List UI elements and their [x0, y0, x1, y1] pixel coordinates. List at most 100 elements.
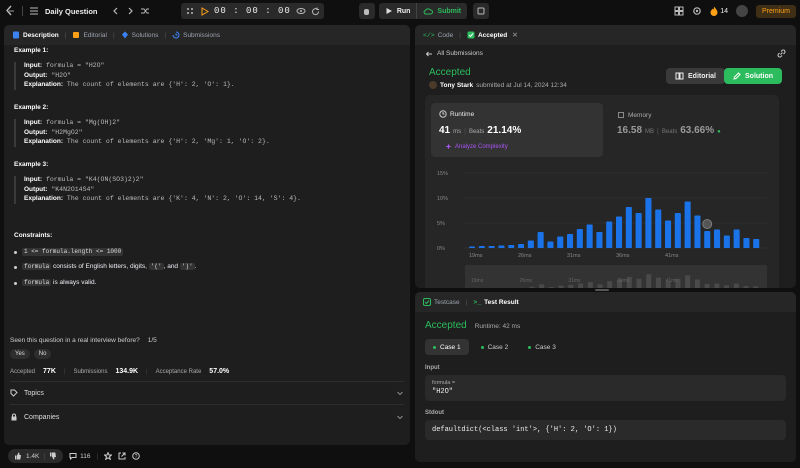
topics-section[interactable]: Topics [10, 382, 404, 404]
chart-bar[interactable] [743, 238, 750, 248]
tab-description[interactable]: Description [8, 25, 63, 45]
comments-button[interactable]: 116 [69, 452, 90, 460]
companies-section[interactable]: Companies [10, 405, 404, 429]
chart-bar[interactable] [616, 216, 623, 249]
user-avatar[interactable] [429, 81, 437, 89]
premium-button[interactable]: Premium [755, 4, 796, 18]
chart-bar[interactable] [527, 240, 534, 249]
clock-icon [439, 110, 447, 118]
chart-overview-brush[interactable] [465, 265, 767, 288]
chart-bar[interactable] [635, 213, 642, 248]
chart-bar[interactable] [665, 220, 672, 249]
editorial-button[interactable]: Editorial [666, 68, 726, 84]
chart-bar[interactable] [498, 245, 505, 249]
chart-bar[interactable] [606, 221, 613, 249]
chart-bar[interactable] [537, 232, 544, 248]
chart-bar[interactable] [576, 229, 583, 248]
panel-resize-handle[interactable] [595, 289, 609, 291]
chart-bar[interactable] [733, 229, 740, 249]
no-button[interactable]: No [33, 349, 52, 359]
chart-bar[interactable] [518, 244, 525, 248]
tab-submissions-label: Submissions [183, 31, 220, 39]
case-3-tab[interactable]: Case 3 [520, 339, 564, 355]
chart-bar[interactable] [674, 213, 681, 248]
tab-solutions[interactable]: Solutions [117, 25, 163, 45]
chart-bar[interactable] [469, 246, 476, 249]
avatar[interactable] [735, 5, 748, 17]
tab-code[interactable]: </> Code [419, 25, 457, 45]
submit-button[interactable]: Submit [416, 3, 467, 19]
leetcode-logo-icon[interactable] [4, 5, 16, 17]
star-icon[interactable] [104, 452, 113, 460]
link-icon[interactable] [777, 49, 786, 58]
drag-handle-icon[interactable] [185, 6, 195, 16]
example-3-header: Example 3: [14, 161, 49, 169]
chart-bar[interactable] [645, 198, 652, 248]
eye-icon[interactable] [296, 7, 306, 15]
chart-bar[interactable] [586, 224, 593, 249]
tab-submissions[interactable]: Submissions [168, 25, 224, 45]
description-panel: Description | Editorial | Solutions | Su… [4, 25, 410, 445]
tab-test-result[interactable]: >_ Test Result [469, 292, 522, 312]
memory-section[interactable]: Memory [617, 111, 651, 119]
close-tab-icon[interactable]: ✕ [512, 31, 517, 39]
chart-bar[interactable] [655, 209, 662, 249]
tab-editorial[interactable]: Editorial [68, 25, 110, 45]
notes-icon[interactable] [473, 3, 490, 19]
help-icon[interactable]: ? [132, 452, 140, 460]
user-marker-icon[interactable] [702, 219, 713, 229]
chart-bar[interactable] [478, 246, 485, 248]
gear-icon[interactable] [692, 6, 702, 16]
tab-accepted[interactable]: Accepted ✕ [463, 25, 522, 45]
runtime-divider: | [464, 128, 466, 135]
case-1-tab[interactable]: Case 1 [425, 339, 469, 355]
case-1-label: Case 1 [440, 343, 461, 351]
yes-button[interactable]: Yes [10, 349, 30, 359]
chart-bar[interactable] [704, 231, 711, 248]
runtime-distribution-chart[interactable]: 15% 10% 5% 0% 19ms 26ms 31ms 36ms 41ms 19ms 26ms 31… [425, 165, 779, 288]
solution-button[interactable]: Solution [724, 68, 782, 84]
problem-list-icon[interactable] [29, 6, 39, 16]
chevron-right-icon[interactable] [126, 7, 134, 15]
chart-bar[interactable] [508, 245, 515, 248]
case-2-tab[interactable]: Case 2 [473, 339, 517, 355]
chart-bar[interactable] [625, 207, 632, 248]
runtime-card[interactable]: Runtime 41 ms | Beats 21.14% Analyze Com… [431, 103, 603, 157]
thumbs-down-icon[interactable] [49, 452, 57, 460]
tag-icon [10, 389, 18, 397]
like-button[interactable]: 1.4K | [8, 449, 64, 463]
share-icon[interactable] [118, 452, 126, 460]
overview-bar [558, 285, 564, 288]
y-tick-label: 15% [437, 171, 448, 177]
page-title[interactable]: Daily Question [45, 7, 98, 16]
chart-bar[interactable] [488, 246, 495, 248]
chart-bar[interactable] [596, 232, 603, 248]
run-button[interactable]: Run [379, 3, 417, 19]
chart-bar[interactable] [714, 229, 721, 249]
tab-testcase[interactable]: Testcase [419, 292, 464, 312]
shuffle-icon[interactable] [140, 6, 150, 16]
reset-icon[interactable] [311, 7, 320, 16]
analyze-complexity-link[interactable]: Analyze Complexity [445, 143, 508, 150]
all-submissions-link[interactable]: All Submissions [415, 45, 796, 62]
user-name[interactable]: Tony Stark [440, 82, 473, 89]
chart-bar[interactable] [723, 235, 730, 249]
chart-bar[interactable] [547, 241, 554, 249]
chart-bar[interactable] [557, 236, 564, 249]
chart-bar[interactable] [694, 215, 701, 249]
chevron-left-icon[interactable] [112, 7, 120, 15]
layout-icon[interactable] [674, 6, 684, 16]
chart-bar[interactable] [684, 201, 691, 249]
fire-icon [710, 6, 718, 16]
overview-tick-label: 26ms [520, 278, 533, 284]
runtime-beats-label: Beats [468, 129, 485, 135]
chart-bar[interactable] [753, 239, 760, 248]
streak-counter[interactable]: 14 [710, 6, 728, 16]
chart-bar[interactable] [567, 234, 574, 248]
rate-stat-label: Acceptance Rate [155, 368, 202, 375]
play-icon[interactable] [200, 6, 209, 16]
footer-divider: | [96, 452, 99, 460]
input-var: formula = [432, 380, 456, 386]
description-tabs: Description | Editorial | Solutions | Su… [4, 25, 410, 45]
debug-icon[interactable] [358, 3, 375, 19]
